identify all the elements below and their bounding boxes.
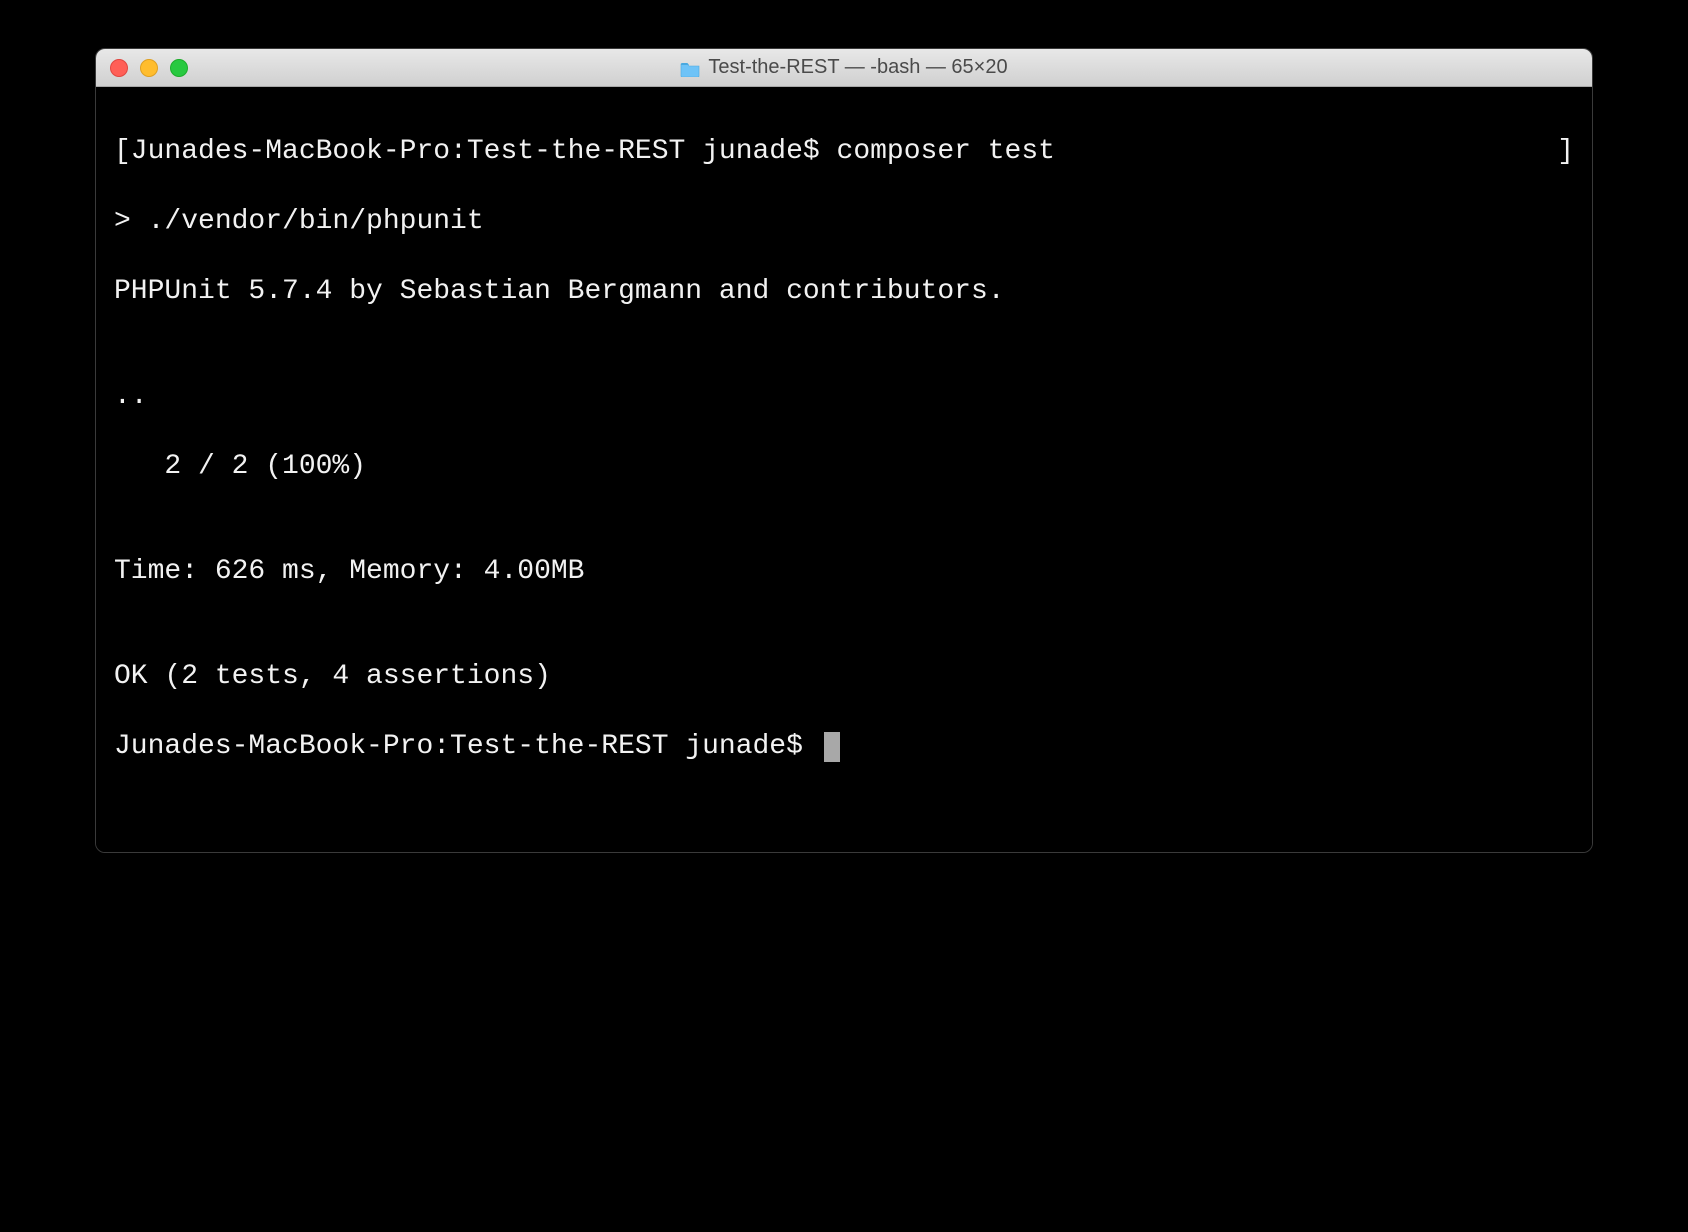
close-button[interactable] <box>110 59 128 77</box>
zoom-button[interactable] <box>170 59 188 77</box>
cursor-icon <box>824 732 840 762</box>
window-title: Test-the-REST — -bash — 65×20 <box>680 56 1007 79</box>
minimize-button[interactable] <box>140 59 158 77</box>
terminal-line: .. <box>114 379 1574 414</box>
terminal-line: OK (2 tests, 4 assertions) <box>114 659 1574 694</box>
terminal-line: PHPUnit 5.7.4 by Sebastian Bergmann and … <box>114 274 1574 309</box>
terminal-line: 2 / 2 (100%) <box>114 449 1574 484</box>
shell-prompt: Junades-MacBook-Pro:Test-the-REST junade… <box>114 731 820 762</box>
terminal-line: [Junades-MacBook-Pro:Test-the-REST junad… <box>114 134 1574 169</box>
terminal-body[interactable]: [Junades-MacBook-Pro:Test-the-REST junad… <box>96 87 1592 852</box>
terminal-line: > ./vendor/bin/phpunit <box>114 204 1574 239</box>
traffic-lights <box>110 59 188 77</box>
terminal-window: Test-the-REST — -bash — 65×20 [Junades-M… <box>95 48 1593 853</box>
prompt-right: ] <box>1557 134 1574 169</box>
terminal-prompt-line: Junades-MacBook-Pro:Test-the-REST junade… <box>114 729 1574 764</box>
folder-icon <box>680 60 700 76</box>
titlebar[interactable]: Test-the-REST — -bash — 65×20 <box>96 49 1592 87</box>
window-title-text: Test-the-REST — -bash — 65×20 <box>708 56 1007 79</box>
prompt-left: [Junades-MacBook-Pro:Test-the-REST junad… <box>114 134 1055 169</box>
terminal-line: Time: 626 ms, Memory: 4.00MB <box>114 554 1574 589</box>
